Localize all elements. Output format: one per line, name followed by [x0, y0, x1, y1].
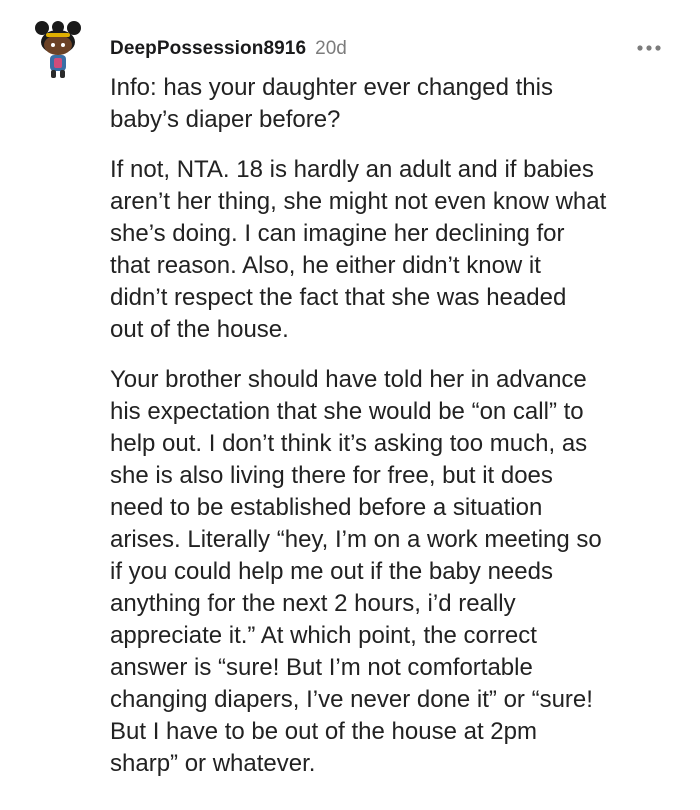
comment-header: DeepPossession8916 20d [110, 36, 670, 62]
timestamp: 20d [315, 38, 347, 59]
snoo-avatar-icon[interactable] [30, 18, 86, 82]
more-horizontal-icon[interactable] [636, 38, 662, 58]
comment: DeepPossession8916 20d Info: has your da… [0, 0, 700, 810]
comment-paragraph-1: Info: has your daughter ever changed thi… [110, 74, 553, 133]
comment-paragraph-3: Your brother should have told her in adv… [110, 366, 602, 777]
username-link[interactable]: DeepPossession8916 [110, 38, 306, 60]
comment-paragraph-2: If not, NTA. 18 is hardly an adult and i… [110, 156, 607, 343]
comment-body: Info: has your daughter ever changed thi… [110, 72, 670, 798]
